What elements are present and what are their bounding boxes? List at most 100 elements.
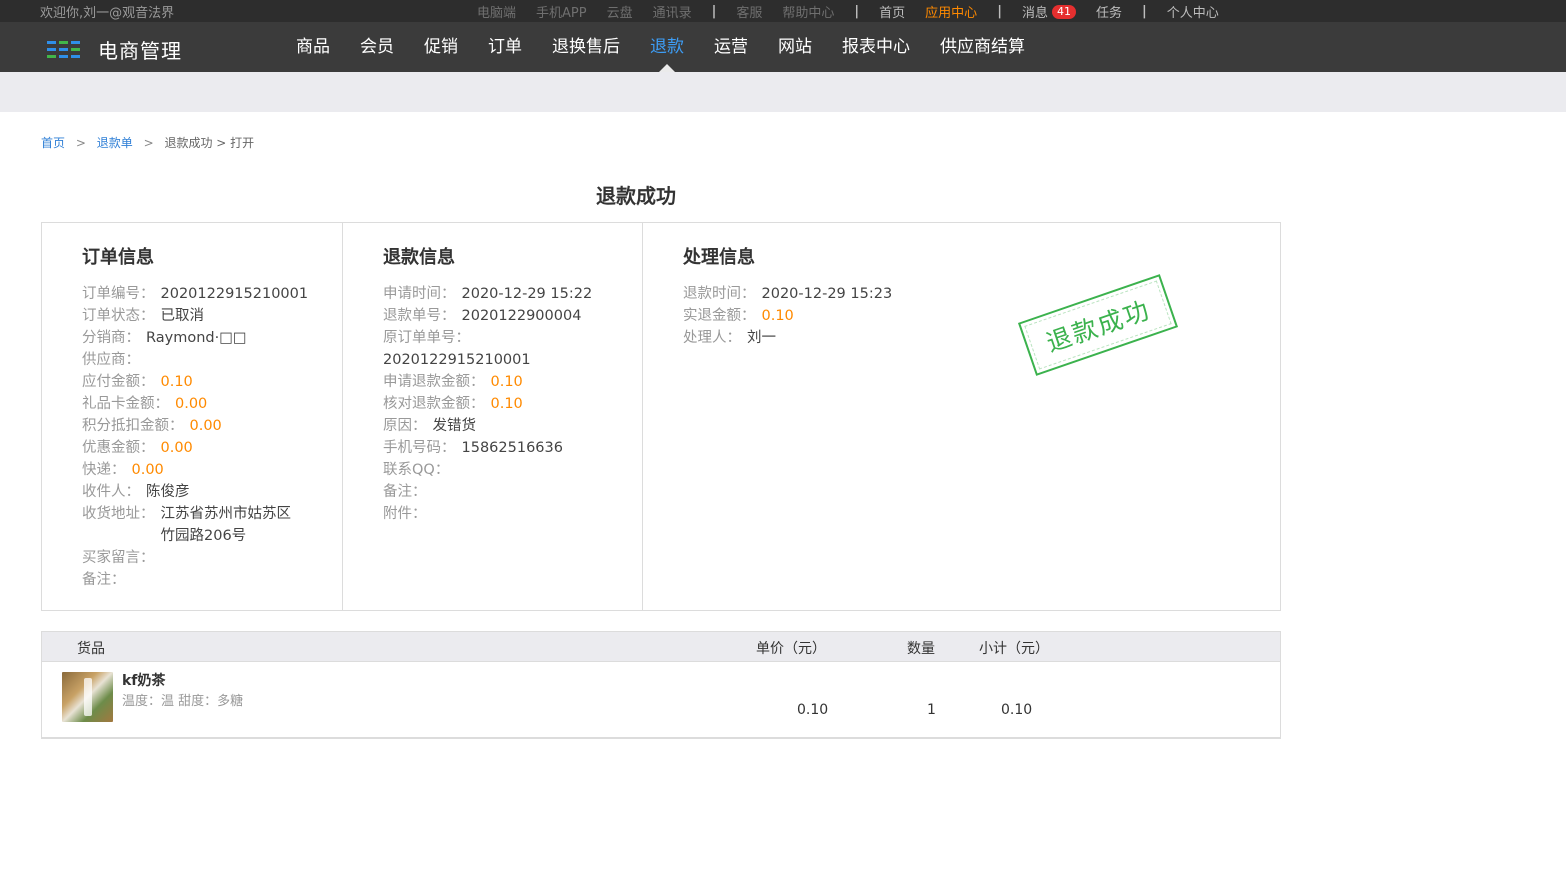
nav-item-products[interactable]: 商品 [296, 22, 330, 72]
top-link-app-center[interactable]: 应用中心 [925, 2, 977, 21]
nav-item-website[interactable]: 网站 [778, 22, 812, 72]
top-link-tasks[interactable]: 任务 [1096, 2, 1122, 21]
express-row: 快递： 0.00 [82, 459, 342, 481]
orig-order-row: 原订单单号： 2020122915210001 [383, 327, 642, 371]
goods-table: 货品 单价（元） 数量 小计（元） kf奶茶 温度：温 甜度：多糖 0.10 1… [41, 631, 1281, 739]
giftcard-row: 礼品卡金额： 0.00 [82, 393, 342, 415]
top-link-desktop[interactable]: 电脑端 [477, 2, 516, 21]
order-no-row: 订单编号： 2020122915210001 [82, 283, 342, 305]
logo[interactable]: 电商管理 [47, 35, 182, 64]
top-link-home[interactable]: 首页 [879, 2, 905, 21]
order-no-value: 2020122915210001 [160, 286, 309, 302]
top-link-personal-center[interactable]: 个人中心 [1167, 2, 1219, 21]
nav-item-orders[interactable]: 订单 [488, 22, 522, 72]
table-row: kf奶茶 温度：温 甜度：多糖 0.10 1 0.10 [42, 662, 1280, 738]
distributor-value: Raymond·□□ [146, 330, 247, 346]
logo-text: 电商管理 [98, 39, 182, 63]
refund-no-value: 2020122900004 [461, 308, 582, 324]
actual-amount-value: 0.10 [761, 308, 794, 324]
refund-info-section: 退款信息 申请时间： 2020-12-29 15:22 退款单号： 20201229… [343, 223, 643, 610]
nav-item-operations[interactable]: 运营 [714, 22, 748, 72]
main-navbar: 电商管理 商品 会员 促销 订单 退换售后 退款 运营 网站 报表中心 供应商结… [0, 22, 1566, 72]
handler-row: 处理人： 刘一 [683, 327, 1280, 349]
product-attributes: 温度：温 甜度：多糖 [122, 694, 244, 709]
phone-row: 手机号码： 15862516636 [383, 437, 642, 459]
apply-amount-row: 申请退款金额： 0.10 [383, 371, 642, 393]
points-row: 积分抵扣金额： 0.00 [82, 415, 342, 437]
supplier-row: 供应商： [82, 352, 140, 368]
top-link-help[interactable]: 帮助中心 [782, 2, 834, 21]
breadcrumb-home[interactable]: 首页 [41, 136, 65, 150]
refund-time-value: 2020-12-29 15:23 [761, 286, 893, 302]
qty-cell: 1 [927, 702, 936, 718]
discount-row: 优惠金额： 0.00 [82, 437, 342, 459]
order-remark-row: 备注： [82, 572, 126, 588]
reason-value: 发错货 [432, 418, 477, 434]
top-separator: | [997, 4, 1002, 19]
actual-amount-row: 实退金额： 0.10 [683, 305, 1280, 327]
address-value: 江苏省苏州市姑苏区竹园路206号 [160, 506, 292, 544]
process-info-section: 处理信息 退款时间： 2020-12-29 15:23 实退金额： 0.10 处理人… [643, 223, 1280, 610]
nav-item-promotions[interactable]: 促销 [424, 22, 458, 72]
product-thumbnail[interactable] [62, 672, 113, 722]
nav-item-refunds[interactable]: 退款 [650, 22, 684, 72]
giftcard-value: 0.00 [175, 396, 208, 412]
express-value: 0.00 [131, 462, 164, 478]
reason-row: 原因： 发错货 [383, 415, 642, 437]
buyer-message-row: 买家留言： [82, 550, 155, 566]
receiver-value: 陈俊彦 [146, 484, 190, 500]
top-link-cloud[interactable]: 云盘 [607, 2, 633, 21]
refund-time-row: 退款时间： 2020-12-29 15:23 [683, 283, 1280, 305]
nav-item-reports[interactable]: 报表中心 [842, 22, 910, 72]
header-unit-price: 单价（元） [756, 641, 826, 657]
top-separator: | [1141, 4, 1147, 19]
top-link-messages[interactable]: 消息 [1022, 2, 1048, 21]
page-title: 退款成功 [596, 184, 676, 208]
breadcrumb-separator: > [143, 136, 154, 150]
top-separator: | [711, 4, 717, 19]
subtotal-cell: 0.10 [1001, 702, 1033, 718]
discount-value: 0.00 [160, 440, 193, 456]
phone-value: 15862516636 [461, 440, 563, 456]
goods-table-header: 货品 单价（元） 数量 小计（元） [42, 632, 1280, 662]
nav-item-returns[interactable]: 退换售后 [552, 22, 620, 72]
header-item: 货品 [77, 641, 105, 657]
handler-value: 刘一 [747, 330, 776, 346]
messages-badge: 41 [1051, 4, 1076, 19]
payable-value: 0.10 [160, 374, 193, 390]
receiver-row: 收件人： 陈俊彦 [82, 481, 342, 503]
orig-order-value: 2020122915210001 [383, 352, 531, 368]
top-links: 电脑端 手机APP 云盘 通讯录 | 客服 帮助中心 | 首页 应用中心 | 消… [477, 2, 1239, 21]
payable-row: 应付金额： 0.10 [82, 371, 342, 393]
welcome-text: 欢迎你,刘一@观音法界 [40, 6, 175, 21]
check-amount-value: 0.10 [490, 396, 523, 412]
order-status-value: 已取消 [160, 308, 205, 324]
top-utility-bar: 欢迎你,刘一@观音法界 电脑端 手机APP 云盘 通讯录 | 客服 帮助中心 |… [0, 0, 1566, 22]
nav-item-supplier-settlement[interactable]: 供应商结算 [940, 22, 1025, 72]
header-qty: 数量 [907, 641, 935, 657]
qq-row: 联系QQ： [383, 462, 450, 478]
refund-remark-row: 备注： [383, 484, 427, 500]
info-panel: 订单信息 订单编号： 2020122915210001 订单状态： 已取消 分销商：… [41, 222, 1281, 611]
distributor-row: 分销商： Raymond·□□ [82, 327, 342, 349]
logo-grid-icon [47, 41, 80, 58]
unit-price-cell: 0.10 [797, 702, 829, 718]
product-name[interactable]: kf奶茶 [122, 670, 165, 690]
order-status-row: 订单状态： 已取消 [82, 305, 342, 327]
order-info-section: 订单信息 订单编号： 2020122915210001 订单状态： 已取消 分销商：… [42, 223, 343, 610]
top-link-mobile-app[interactable]: 手机APP [536, 2, 587, 21]
top-link-service[interactable]: 客服 [736, 2, 762, 21]
breadcrumb-separator: > [75, 136, 86, 150]
top-separator: | [854, 4, 860, 19]
nav-item-members[interactable]: 会员 [360, 22, 394, 72]
refund-info-title: 退款信息 [383, 247, 455, 268]
apply-time-value: 2020-12-29 15:22 [461, 286, 593, 302]
main-nav: 商品 会员 促销 订单 退换售后 退款 运营 网站 报表中心 供应商结算 [296, 22, 1055, 72]
breadcrumb-refund-list[interactable]: 退款单 [97, 136, 133, 150]
attachment-row: 附件： [383, 506, 427, 522]
top-link-contacts[interactable]: 通讯录 [653, 2, 692, 21]
check-amount-row: 核对退款金额： 0.10 [383, 393, 642, 415]
sub-nav-bar [0, 72, 1566, 112]
breadcrumb-current: 退款成功 > 打开 [164, 136, 255, 150]
order-info-title: 订单信息 [82, 247, 154, 268]
